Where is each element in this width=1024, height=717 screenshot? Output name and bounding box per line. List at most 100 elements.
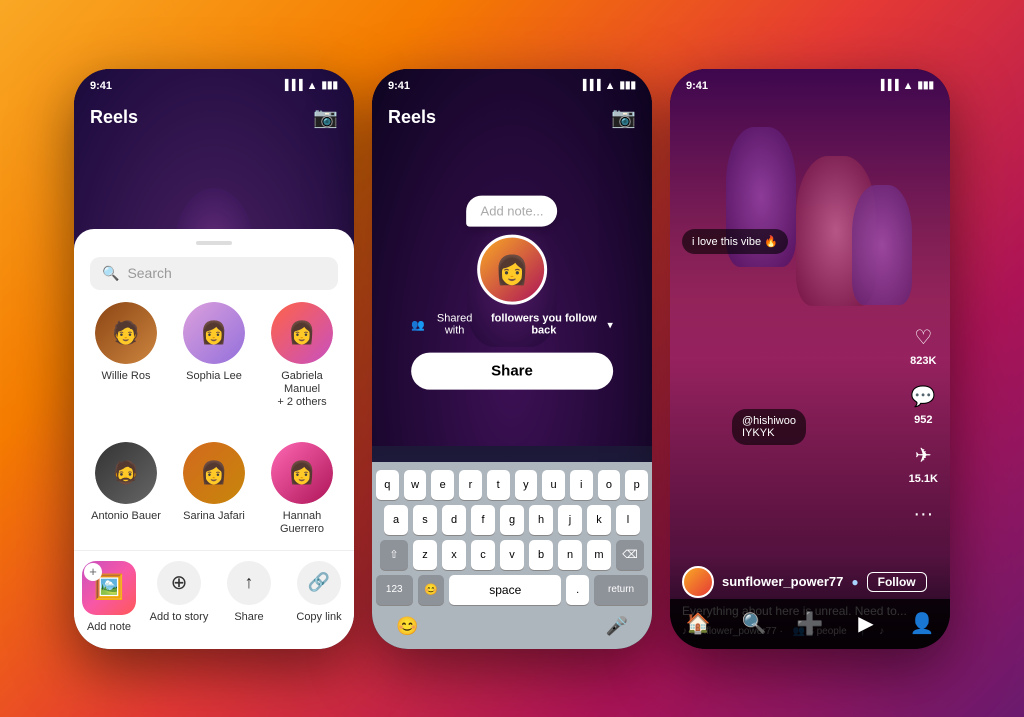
search-bar[interactable]: 🔍 Search (90, 257, 338, 290)
more-action[interactable]: ··· (909, 501, 937, 529)
contact-willie[interactable]: 🧑 Willie Ros (86, 302, 166, 435)
share-button-1[interactable]: ↑ Share (214, 561, 284, 633)
contact-sophia[interactable]: 👩 Sophia Lee (174, 302, 254, 435)
avatar-sarina: 👩 (183, 442, 245, 504)
time-3: 9:41 (686, 80, 708, 92)
share-center-content: Add note... 👩 👥 Shared with followers yo… (411, 196, 613, 390)
key-v[interactable]: v (500, 540, 524, 570)
key-k[interactable]: k (587, 505, 611, 535)
comment-text-2: @hishiwooIYKYK (742, 415, 796, 439)
reel-username[interactable]: sunflower_power77 (722, 574, 843, 589)
status-bar-1: 9:41 ▐▐▐ ▲ ▮▮▮ (74, 69, 354, 97)
key-e[interactable]: e (431, 470, 454, 500)
share-icon-3: ✈ (909, 442, 937, 470)
status-icons-2: ▐▐▐ ▲ ▮▮▮ (579, 80, 636, 92)
like-action[interactable]: ♡ 823K (909, 324, 937, 367)
comment-icon: 💬 (909, 383, 937, 411)
nav-home[interactable]: 🏠 (684, 610, 712, 638)
key-g[interactable]: g (500, 505, 524, 535)
contact-antonio[interactable]: 🧔 Antonio Bauer (86, 442, 166, 561)
add-note-label: Add note (87, 621, 131, 633)
key-space[interactable]: space (449, 575, 561, 605)
signal-icon: ▐▐▐ (281, 80, 302, 91)
key-123[interactable]: 123 (376, 575, 413, 605)
time-2: 9:41 (388, 80, 410, 92)
contacts-grid: 🧑 Willie Ros 👩 Sophia Lee 👩 Gabrie (74, 302, 354, 562)
key-x[interactable]: x (442, 540, 466, 570)
nav-search[interactable]: 🔍 (740, 610, 768, 638)
contact-sarina[interactable]: 👩 Sarina Jafari (174, 442, 254, 561)
camera-icon-1[interactable]: 📷 (313, 105, 338, 130)
avatar-willie: 🧑 (95, 302, 157, 364)
key-shift[interactable]: ⇧ (380, 540, 408, 570)
reel-user-avatar (682, 566, 714, 598)
nav-reels[interactable]: ▶ (852, 610, 880, 638)
key-b[interactable]: b (529, 540, 553, 570)
copy-link-icon: 🔗 (297, 561, 341, 605)
contact-gabriela[interactable]: 👩 Gabriela Manuel+ 2 others (262, 302, 342, 435)
note-bubble[interactable]: Add note... (467, 196, 558, 227)
key-d[interactable]: d (442, 505, 466, 535)
battery-icon: ▮▮▮ (321, 80, 338, 91)
key-w[interactable]: w (404, 470, 427, 500)
key-r[interactable]: r (459, 470, 482, 500)
wifi-icon: ▲ (307, 80, 318, 92)
key-y[interactable]: y (515, 470, 538, 500)
key-s[interactable]: s (413, 505, 437, 535)
key-z[interactable]: z (413, 540, 437, 570)
key-i[interactable]: i (570, 470, 593, 500)
key-t[interactable]: t (487, 470, 510, 500)
status-icons-1: ▐▐▐ ▲ ▮▮▮ (281, 80, 338, 92)
add-story-icon: ⊕ (157, 561, 201, 605)
mic-icon[interactable]: 🎤 (606, 616, 628, 637)
follow-button[interactable]: Follow (867, 572, 927, 592)
reels-title-2: Reels (388, 107, 436, 128)
shares-count: 15.1K (909, 473, 938, 485)
comment-action[interactable]: 💬 952 (909, 383, 937, 426)
reels-header-2: Reels 📷 (372, 97, 652, 138)
verified-icon: ● (851, 575, 858, 589)
key-period[interactable]: . (566, 575, 589, 605)
key-u[interactable]: u (542, 470, 565, 500)
key-j[interactable]: j (558, 505, 582, 535)
side-actions: ♡ 823K 💬 952 ✈ 15.1K ··· (909, 324, 938, 529)
keyboard: q w e r t y u i o p a s d f g h j k (372, 462, 652, 649)
key-f[interactable]: f (471, 505, 495, 535)
key-h[interactable]: h (529, 505, 553, 535)
avatar-sophia: 👩 (183, 302, 245, 364)
phone-3: 9:41 ▐▐▐ ▲ ▮▮▮ i love this vibe 🔥 @hishi… (670, 69, 950, 649)
add-story-button[interactable]: ⊕ Add to story (144, 561, 214, 633)
keyboard-row-1: q w e r t y u i o p (376, 470, 648, 500)
copy-link-button[interactable]: 🔗 Copy link (284, 561, 354, 633)
key-m[interactable]: m (587, 540, 611, 570)
key-n[interactable]: n (558, 540, 582, 570)
chevron-icon: ▾ (607, 318, 613, 331)
emoji-icon[interactable]: 😊 (396, 616, 418, 637)
nav-create[interactable]: ➕ (796, 610, 824, 638)
key-q[interactable]: q (376, 470, 399, 500)
keyboard-row-3: ⇧ z x c v b n m ⌫ (376, 540, 648, 570)
avatar-gabriela: 👩 (271, 302, 333, 364)
keyboard-row-2: a s d f g h j k l (376, 505, 648, 535)
key-backspace[interactable]: ⌫ (616, 540, 644, 570)
contact-name-sarina: Sarina Jafari (183, 510, 245, 523)
key-a[interactable]: a (384, 505, 408, 535)
key-o[interactable]: o (598, 470, 621, 500)
key-l[interactable]: l (616, 505, 640, 535)
reel-user-row: sunflower_power77 ● Follow (682, 566, 938, 598)
key-emoji[interactable]: 😊 (418, 575, 445, 605)
add-note-button[interactable]: 🖼️ + Add note (74, 561, 144, 633)
shared-with-label: 👥 Shared with followers you follow back … (411, 313, 613, 337)
key-return[interactable]: return (594, 575, 648, 605)
likes-count: 823K (910, 355, 936, 367)
contact-name-antonio: Antonio Bauer (91, 510, 161, 523)
more-icon: ··· (909, 501, 937, 529)
battery-icon-3: ▮▮▮ (917, 80, 934, 91)
key-p[interactable]: p (625, 470, 648, 500)
share-button-2[interactable]: Share (411, 353, 613, 390)
share-action[interactable]: ✈ 15.1K (909, 442, 938, 485)
camera-icon-2[interactable]: 📷 (611, 105, 636, 130)
nav-profile[interactable]: 👤 (908, 610, 936, 638)
contact-hannah[interactable]: 👩 Hannah Guerrero (262, 442, 342, 561)
key-c[interactable]: c (471, 540, 495, 570)
